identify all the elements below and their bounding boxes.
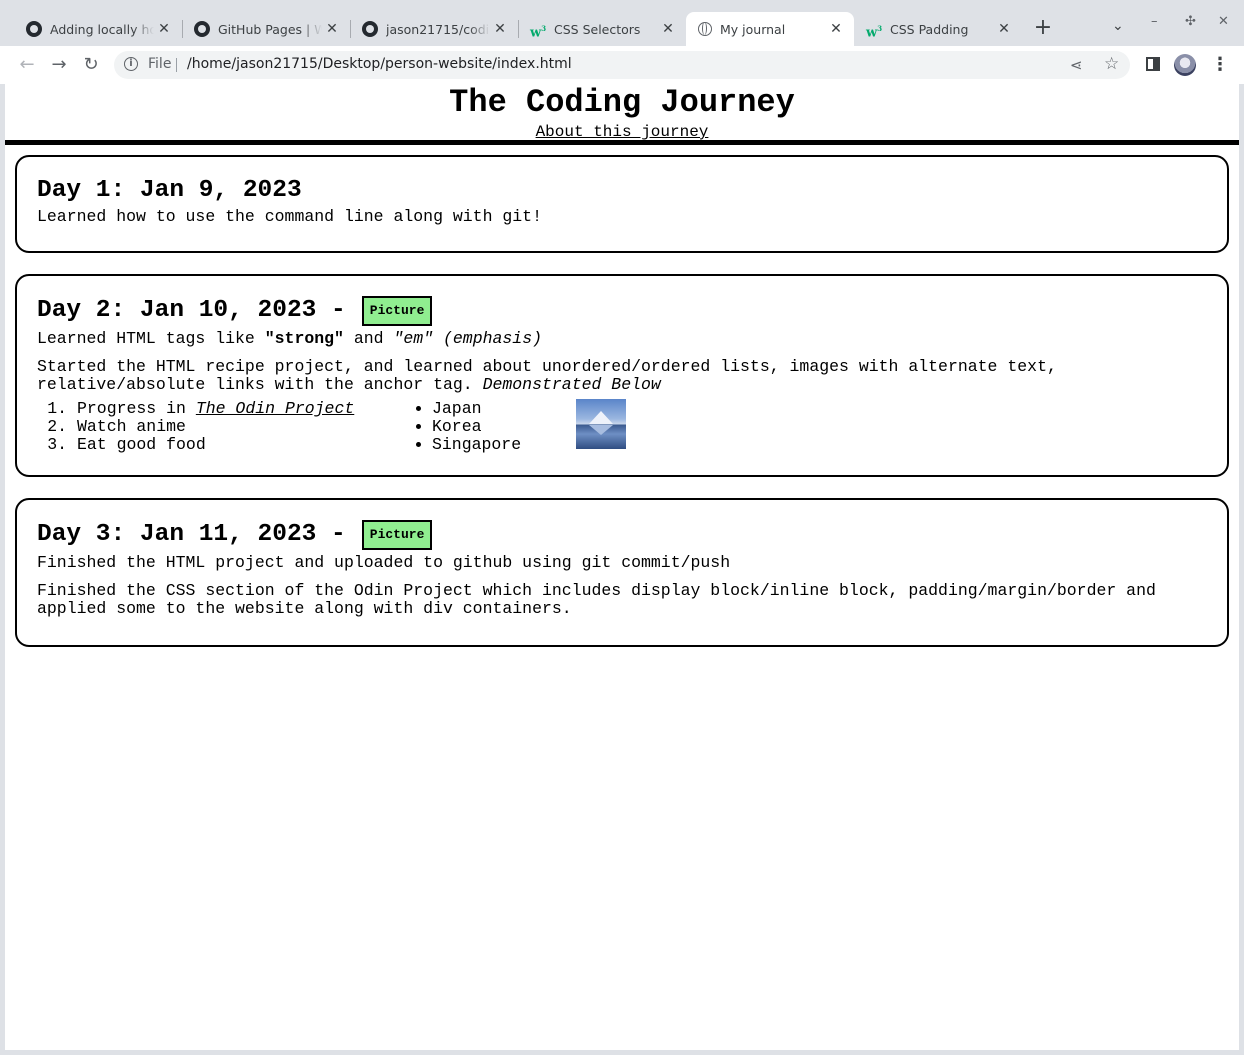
tab-my-journal[interactable]: My journal ✕ <box>686 12 854 46</box>
window-close-icon[interactable]: ✕ <box>1218 14 1229 29</box>
menu-kebab-icon[interactable]: ⋮ <box>1211 53 1229 77</box>
tab-css-selectors[interactable]: w3 CSS Selectors ✕ <box>518 12 686 46</box>
day-heading: Day 3: Jan 11, 2023 - Picture <box>37 520 1207 550</box>
list-item: Progress in The Odin Project <box>77 400 392 418</box>
day-text: Finished the CSS section of the Odin Pro… <box>37 581 1156 618</box>
day-card: Day 1: Jan 9, 2023 Learned how to use th… <box>15 155 1229 253</box>
globe-icon <box>698 22 712 36</box>
tab-title: CSS Padding <box>890 21 969 37</box>
list-item: Singapore <box>432 436 557 454</box>
list-item: Watch anime <box>77 418 392 436</box>
browser-window: Adding locally hosted code to GitHub ✕ G… <box>0 0 1244 1055</box>
tab-title: CSS Selectors <box>554 21 641 37</box>
reload-icon[interactable]: ↻ <box>80 54 102 76</box>
day-text: Learned HTML tags like "strong" and "em"… <box>37 330 1207 348</box>
close-icon[interactable]: ✕ <box>492 21 508 37</box>
picture-button[interactable]: Picture <box>361 296 433 326</box>
em-text: Demonstrated Below <box>482 375 661 394</box>
day-card: Day 2: Jan 10, 2023 - Picture Learned HT… <box>15 274 1229 477</box>
w3schools-icon: w3 <box>530 24 547 41</box>
day-heading: Day 1: Jan 9, 2023 <box>37 177 302 204</box>
w3schools-icon: w3 <box>866 24 883 41</box>
browser-toolbar: ← → ↻ i File /home/jason21715/Desktop/pe… <box>0 46 1244 84</box>
url-scheme-label: File <box>148 56 172 72</box>
lists-row: Progress in The Odin Project Watch anime… <box>37 399 1207 454</box>
list-item: Japan <box>432 400 557 418</box>
github-icon <box>26 21 42 37</box>
about-journey-link[interactable]: About this journey <box>536 123 709 141</box>
tab-css-padding[interactable]: w3 CSS Padding ✕ <box>854 12 1022 46</box>
tab-title: My journal <box>720 21 786 37</box>
list-item: Korea <box>432 418 557 436</box>
omnibox-divider <box>176 58 177 72</box>
day-heading: Day 2: Jan 10, 2023 - Picture <box>37 296 1207 326</box>
list-item: Eat good food <box>77 436 392 454</box>
url-text[interactable]: /home/jason21715/Desktop/person-website/… <box>187 56 572 72</box>
github-icon <box>194 21 210 37</box>
tab-title: GitHub Pages | Websites <box>218 21 322 37</box>
close-icon[interactable]: ✕ <box>324 21 340 37</box>
picture-button[interactable]: Picture <box>361 520 433 550</box>
list-item-text: Progress in <box>77 399 196 418</box>
info-icon[interactable]: i <box>124 57 138 71</box>
day-heading-text: Day 2: Jan 10, 2023 - <box>37 297 346 324</box>
text-segment: Learned HTML tags like <box>37 329 265 348</box>
tab-strip: Adding locally hosted code to GitHub ✕ G… <box>0 0 1244 46</box>
address-bar[interactable]: i File /home/jason21715/Desktop/person-w… <box>114 51 1130 79</box>
ordered-list: Progress in The Odin Project Watch anime… <box>37 400 392 454</box>
tab-repo[interactable]: jason21715/coding-journey ✕ <box>350 12 518 46</box>
strong-text: "strong" <box>264 329 344 348</box>
day-card: Day 3: Jan 11, 2023 - Picture Finished t… <box>15 498 1229 647</box>
share-icon[interactable]: ⋖ <box>1070 56 1083 74</box>
tab-title: jason21715/coding-journey <box>386 21 490 37</box>
close-icon[interactable]: ✕ <box>996 21 1012 37</box>
day-text: Learned how to use the command line alon… <box>37 207 542 226</box>
em-text: "em" (emphasis) <box>393 329 543 348</box>
day-text: Finished the HTML project and uploaded t… <box>37 553 731 572</box>
odin-project-link[interactable]: The Odin Project <box>196 399 354 418</box>
close-icon[interactable]: ✕ <box>156 21 172 37</box>
minimize-icon[interactable]: – <box>1151 14 1158 29</box>
forward-arrow-icon[interactable]: → <box>48 54 70 76</box>
text-segment: and <box>343 329 394 348</box>
tab-github-pages[interactable]: GitHub Pages | Websites ✕ <box>182 12 350 46</box>
close-icon[interactable]: ✕ <box>828 21 844 37</box>
back-arrow-icon[interactable]: ← <box>16 54 38 76</box>
profile-avatar[interactable] <box>1174 54 1196 76</box>
new-tab-button[interactable]: + <box>1032 17 1054 39</box>
day-text: Started the HTML recipe project, and lea… <box>37 358 1207 394</box>
github-icon <box>362 21 378 37</box>
bookmark-star-icon[interactable]: ☆ <box>1104 54 1119 74</box>
unordered-list: Japan Korea Singapore <box>392 400 557 454</box>
page-viewport: The Coding Journey About this journey Da… <box>5 84 1239 1050</box>
maximize-icon[interactable]: ✣ <box>1185 14 1196 29</box>
page-title: The Coding Journey <box>449 84 795 121</box>
day-heading-text: Day 3: Jan 11, 2023 - <box>37 521 346 548</box>
tab-adding-code[interactable]: Adding locally hosted code to GitHub ✕ <box>14 12 182 46</box>
page-header: The Coding Journey About this journey <box>5 84 1239 145</box>
side-panel-icon[interactable] <box>1146 57 1160 71</box>
mount-fuji-image <box>576 399 626 449</box>
tab-title: Adding locally hosted code to GitHub <box>50 21 154 37</box>
tab-search-chevron-icon[interactable]: ⌄ <box>1112 18 1124 34</box>
close-icon[interactable]: ✕ <box>660 21 676 37</box>
